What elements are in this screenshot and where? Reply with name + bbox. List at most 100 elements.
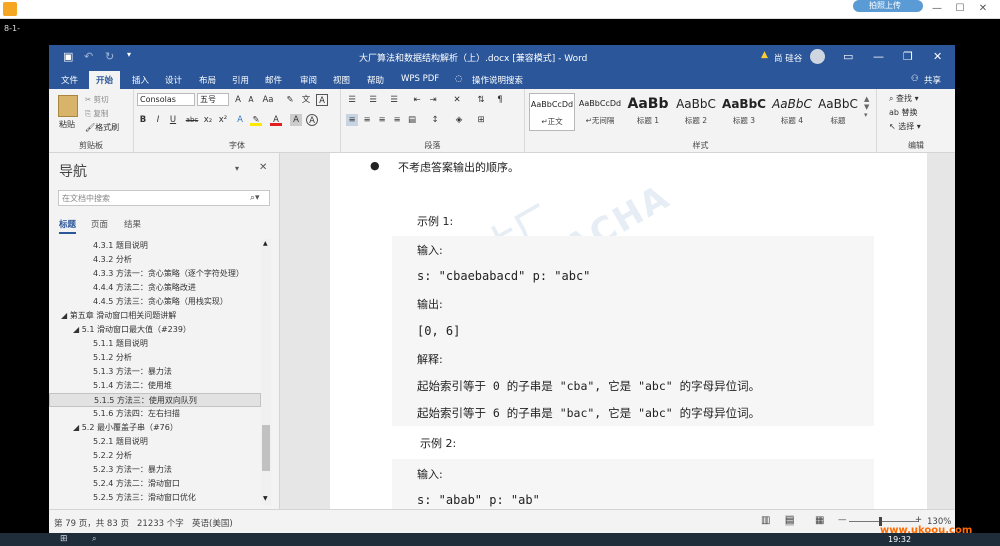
nav-heading-item[interactable]: 4.3.3 方法一：贪心策略（逐个字符处理） bbox=[49, 267, 261, 281]
char-shading-icon[interactable]: A bbox=[290, 114, 302, 126]
avatar[interactable] bbox=[810, 49, 825, 64]
font-color-icon[interactable]: A bbox=[270, 114, 282, 126]
web-layout-icon[interactable]: ▦ bbox=[815, 515, 824, 526]
nav-heading-item[interactable]: 5.2.2 分析 bbox=[49, 449, 261, 463]
change-case-icon[interactable]: Aa bbox=[262, 94, 274, 106]
cut-button[interactable]: ✂ 剪切 bbox=[85, 94, 109, 105]
user-name[interactable]: 尚 硅谷 bbox=[774, 52, 802, 64]
char-border-icon[interactable]: A bbox=[316, 94, 328, 106]
maximize-icon[interactable]: ☐ bbox=[953, 2, 967, 16]
styles-scroll-icon[interactable]: ▲ ▼ ▾ bbox=[864, 95, 869, 119]
italic-icon[interactable]: I bbox=[152, 114, 164, 126]
nav-heading-item[interactable]: 4.4.4 方法二：贪心策略改进 bbox=[49, 281, 261, 295]
nav-heading-item[interactable]: ◢ 5.2 最小覆盖子串（#76） bbox=[49, 421, 261, 435]
style-heading-3[interactable]: AaBbC 标题 3 bbox=[721, 93, 767, 131]
subscript-icon[interactable]: x₂ bbox=[202, 114, 214, 126]
tab-view[interactable]: 视图 bbox=[333, 74, 350, 86]
nav-options-icon[interactable]: ▾ bbox=[235, 164, 239, 173]
nav-heading-item[interactable]: 4.3.1 题目说明 bbox=[49, 239, 261, 253]
share-button[interactable]: 共享 bbox=[924, 74, 941, 86]
page-count[interactable]: 第 79 页，共 83 页 bbox=[54, 517, 129, 529]
nav-heading-item[interactable]: 4.3.2 分析 bbox=[49, 253, 261, 267]
read-mode-icon[interactable]: ▥ bbox=[761, 515, 770, 526]
tab-review[interactable]: 审阅 bbox=[300, 74, 317, 86]
zoom-in-icon[interactable]: + bbox=[915, 515, 922, 525]
shading-icon[interactable]: ◈ bbox=[453, 114, 465, 126]
text-effects-icon[interactable]: A bbox=[234, 114, 246, 126]
nav-close-icon[interactable]: ✕ bbox=[259, 162, 267, 173]
highlight-icon[interactable]: ✎ bbox=[250, 114, 262, 126]
paste-icon[interactable] bbox=[58, 95, 78, 117]
tab-insert[interactable]: 插入 bbox=[132, 74, 149, 86]
show-marks-icon[interactable]: ¶ bbox=[494, 94, 506, 106]
nav-heading-item[interactable]: 4.4.5 方法三：贪心策略（用栈实现） bbox=[49, 295, 261, 309]
nav-heading-item[interactable]: 5.1.1 题目说明 bbox=[49, 337, 261, 351]
strikethrough-icon[interactable]: abc bbox=[184, 114, 200, 126]
nav-heading-item[interactable]: 5.2.5 方法三：滑动窗口优化 bbox=[49, 491, 261, 505]
redo-icon[interactable]: ↻ bbox=[105, 50, 114, 63]
minimize-icon[interactable]: — bbox=[873, 50, 884, 63]
scroll-down-icon[interactable]: ▼ bbox=[263, 495, 268, 502]
replace-button[interactable]: ab 替换 bbox=[889, 107, 918, 118]
nav-heading-item[interactable]: 5.1.2 分析 bbox=[49, 351, 261, 365]
search-icon[interactable]: ⌕▾ bbox=[250, 193, 260, 203]
undo-icon[interactable]: ↶ bbox=[84, 50, 93, 63]
bullets-icon[interactable]: ☰ bbox=[346, 94, 358, 106]
select-button[interactable]: ↖ 选择 ▾ bbox=[889, 121, 921, 132]
style-normal[interactable]: AaBbCcDd ↵正文 bbox=[529, 93, 575, 131]
clear-format-icon[interactable]: ✎ bbox=[284, 94, 296, 106]
sort-icon[interactable]: ⇅ bbox=[475, 94, 487, 106]
taskbar-search-icon[interactable]: ⌕ bbox=[92, 534, 96, 544]
tab-references[interactable]: 引用 bbox=[232, 74, 249, 86]
save-icon[interactable]: ▣ bbox=[63, 50, 73, 63]
nav-heading-item[interactable]: 5.2.1 题目说明 bbox=[49, 435, 261, 449]
tab-wps-pdf[interactable]: WPS PDF bbox=[401, 74, 439, 84]
nav-scroll-thumb[interactable] bbox=[262, 425, 270, 471]
word-count[interactable]: 21233 个字 bbox=[137, 517, 184, 529]
copy-button[interactable]: ⎘ 复制 bbox=[85, 108, 108, 119]
decrease-indent-icon[interactable]: ⇤ bbox=[411, 94, 423, 106]
multilevel-list-icon[interactable]: ☰ bbox=[388, 94, 400, 106]
line-spacing-icon[interactable]: ↕ bbox=[429, 114, 441, 126]
shrink-font-icon[interactable]: A bbox=[245, 94, 257, 106]
style-heading-4[interactable]: AaBbC 标题 4 bbox=[769, 93, 815, 131]
nav-heading-item[interactable]: ◢ 第五章 滑动窗口相关问题讲解 bbox=[49, 309, 261, 323]
zoom-slider[interactable] bbox=[849, 521, 919, 522]
close-icon[interactable]: ✕ bbox=[976, 2, 990, 16]
align-center-icon[interactable]: ≡ bbox=[361, 114, 373, 126]
customize-qat-icon[interactable]: ▾ bbox=[127, 50, 131, 59]
tab-mailings[interactable]: 邮件 bbox=[265, 74, 282, 86]
tab-layout[interactable]: 布局 bbox=[199, 74, 216, 86]
nav-heading-item[interactable]: 5.2.3 方法一：暴力法 bbox=[49, 463, 261, 477]
tab-design[interactable]: 设计 bbox=[165, 74, 182, 86]
document-page[interactable]: 大厂 ITDACHA ● 不考虑答案输出的顺序。 示例 1: 输入: s: "c… bbox=[330, 153, 927, 509]
zoom-out-icon[interactable]: — bbox=[838, 515, 847, 525]
nav-heading-item[interactable]: 5.1.3 方法一：暴力法 bbox=[49, 365, 261, 379]
align-left-icon[interactable]: ≡ bbox=[346, 114, 358, 126]
nav-heading-item[interactable]: 5.1.4 方法二：使用堆 bbox=[49, 379, 261, 393]
find-button[interactable]: ⌕ 查找 ▾ bbox=[889, 93, 919, 104]
language[interactable]: 英语(美国) bbox=[192, 517, 233, 529]
format-painter-button[interactable]: 🖌格式刷 bbox=[85, 122, 119, 133]
distributed-icon[interactable]: ▤ bbox=[406, 114, 418, 126]
style-no-spacing[interactable]: AaBbCcDd ↵无间隔 bbox=[577, 93, 623, 131]
nav-heading-item[interactable]: 5.1.5 方法三：使用双向队列 bbox=[49, 393, 261, 407]
print-layout-icon[interactable]: ▤ bbox=[785, 515, 795, 526]
tab-file[interactable]: 文件 bbox=[61, 74, 78, 86]
superscript-icon[interactable]: x² bbox=[217, 114, 229, 126]
cloud-upload-button[interactable]: 拍照上传 bbox=[853, 0, 923, 12]
nav-heading-item[interactable]: 5.2.4 方法二：滑动窗口 bbox=[49, 477, 261, 491]
nav-heading-item[interactable]: 5.1.6 方法四：左右扫描 bbox=[49, 407, 261, 421]
paste-button[interactable]: 粘贴 bbox=[59, 119, 75, 130]
bold-icon[interactable]: B bbox=[137, 114, 149, 126]
style-heading-1[interactable]: AaBb 标题 1 bbox=[625, 93, 671, 131]
tell-me-search[interactable]: 操作说明搜索 bbox=[472, 74, 523, 86]
borders-icon[interactable]: ⊞ bbox=[475, 114, 487, 126]
nav-scrollbar[interactable]: ▲ ▼ bbox=[261, 239, 271, 505]
style-title[interactable]: AaBbC 标题 bbox=[815, 93, 861, 131]
justify-icon[interactable]: ≡ bbox=[391, 114, 403, 126]
ribbon-display-icon[interactable]: ▭ bbox=[843, 50, 853, 63]
increase-indent-icon[interactable]: ⇥ bbox=[427, 94, 439, 106]
minimize-icon[interactable]: — bbox=[930, 2, 944, 16]
nav-tab-results[interactable]: 结果 bbox=[124, 218, 141, 230]
